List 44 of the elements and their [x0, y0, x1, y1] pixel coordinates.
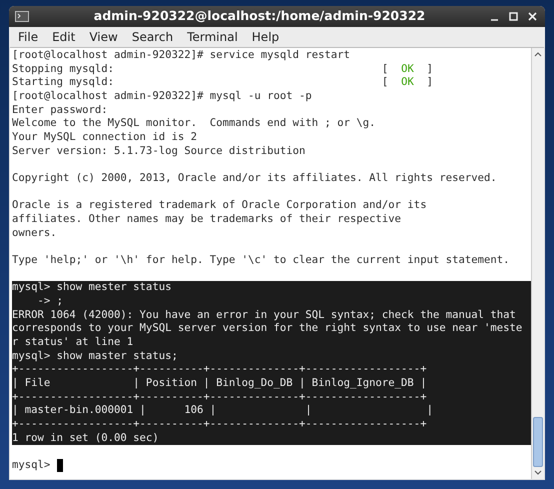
terminal-line: mysql> — [12, 459, 52, 473]
terminal-line: owners. — [12, 226, 57, 240]
terminal-line: +------------------+----------+--------------+------------------+ — [12, 390, 427, 404]
terminal-line: +------------------+----------+--------------+------------------+ — [12, 418, 427, 432]
menu-item[interactable]: Help — [246, 28, 284, 46]
menu-item[interactable]: Terminal — [182, 28, 243, 46]
menu-item[interactable]: File — [13, 28, 44, 46]
status-ok: OK — [401, 76, 414, 90]
terminal-line: Type 'help;' or '\h' for help. Type '\c' to clear the current input statement. — [12, 254, 510, 268]
close-icon[interactable] — [528, 12, 537, 21]
status-bracket: [ — [382, 76, 388, 90]
status-bracket: ] — [426, 76, 433, 90]
terminal-line: +------------------+----------+--------------+------------------+ — [12, 363, 427, 378]
terminal-line: Enter password: — [12, 104, 108, 118]
menu-item[interactable]: Edit — [47, 28, 80, 46]
scrollbar[interactable] — [531, 48, 544, 479]
scrollbar-thumb[interactable] — [533, 417, 543, 467]
terminal-line: 1 row in set (0.00 sec) — [12, 432, 159, 446]
menu-item[interactable]: Search — [126, 28, 178, 46]
window-title: admin-920322@localhost:/home/admin-920322 — [92, 7, 426, 26]
terminal-line: mysql> show master status; — [12, 350, 178, 364]
terminal-line: Server version: 5.1.73-log Source distribution — [12, 144, 306, 158]
terminal-line: [root@localhost admin-920322]# service mysqld restart — [12, 49, 350, 63]
status-bracket: ] — [426, 62, 433, 76]
terminal-line: -> ; — [36, 295, 64, 309]
terminal-line: Welcome to the MySQL monitor. Commands end with ; or \g. — [12, 117, 376, 132]
terminal-line: affiliates. Other names may be trademarks of their respective — [12, 213, 402, 227]
status-bracket: [ — [382, 62, 388, 76]
terminal-line: ERROR 1064 (42000): You have an error in your SQL syntax; check the manual that — [12, 308, 516, 322]
terminal-line: Oracle is a registered trademark of Oracle Corporation and/or its — [12, 199, 427, 214]
terminal-line: Copyright (c) 2000, 2013, Oracle and/or its affiliates. All rights reserved. — [12, 172, 497, 186]
terminal-line: [root@localhost admin-920322]# mysql -u root -p — [12, 90, 312, 104]
terminal-line: | File | Position | Binlog_Do_DB | Binlog_Ignore_DB | — [12, 377, 427, 391]
menu-item[interactable]: View — [84, 28, 123, 46]
maximize-icon[interactable] — [509, 12, 518, 21]
terminal-line: Starting mysqld: — [12, 76, 116, 90]
terminal-line: Your MySQL connection id is 2 — [12, 131, 197, 145]
terminal-icon — [15, 11, 29, 22]
terminal-line: | master-bin.000001 | 106 | | | — [12, 404, 433, 418]
status-ok: OK — [401, 62, 414, 76]
terminal-line: corresponds to your MySQL server version for the right syntax to use near 'meste — [12, 322, 522, 336]
terminal-line: mysql> show mester status — [12, 281, 172, 296]
terminal-line: Stopping mysqld: — [12, 62, 116, 76]
terminal-line: r status' at line 1 — [12, 336, 134, 350]
